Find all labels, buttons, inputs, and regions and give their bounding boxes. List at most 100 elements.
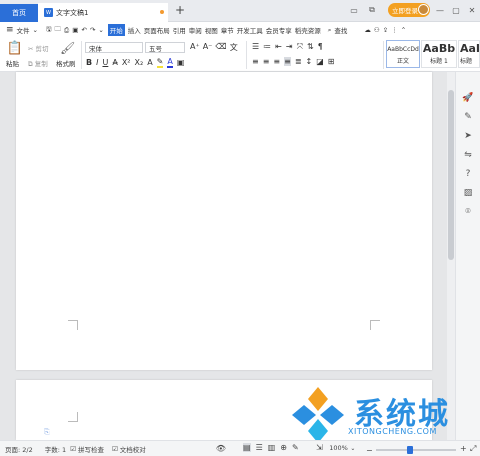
help-icon[interactable]: ?: [461, 167, 475, 181]
folder-icon[interactable]: 🗀: [55, 25, 62, 36]
minimize-icon[interactable]: —: [434, 4, 446, 16]
adjust-icon[interactable]: ⇋: [461, 148, 475, 162]
show-marks-icon[interactable]: ¶: [318, 42, 323, 52]
word-count[interactable]: 字数: 1: [45, 444, 66, 454]
tab-insert[interactable]: 插入: [128, 25, 141, 35]
tab-references[interactable]: 引用: [173, 25, 186, 35]
italic-icon[interactable]: I: [96, 58, 98, 67]
phonetic-icon[interactable]: 文: [230, 42, 238, 53]
distributed-icon[interactable]: ≣: [295, 57, 302, 66]
line-spacing-icon[interactable]: ↕: [306, 57, 313, 66]
image-icon[interactable]: ▨: [461, 186, 475, 200]
menu-file[interactable]: 文件: [17, 25, 30, 35]
new-tab-icon[interactable]: +: [175, 3, 185, 17]
align-center-icon[interactable]: ≡: [263, 57, 270, 66]
fit-icon[interactable]: ⇲: [316, 443, 323, 452]
zoom-level[interactable]: 100%: [329, 444, 348, 452]
border-icon[interactable]: ⊞: [328, 57, 335, 66]
superscript-icon[interactable]: X²: [122, 58, 131, 67]
shrink-font-icon[interactable]: A⁻: [203, 42, 213, 53]
style-title[interactable]: AaI 标题: [458, 40, 480, 68]
cut-button[interactable]: ✂ 剪切: [28, 43, 49, 53]
format-painter-icon[interactable]: 🖌: [60, 41, 75, 55]
overflow-icon[interactable]: ⋮: [391, 26, 398, 34]
bold-icon[interactable]: B: [86, 58, 92, 67]
reading-view-icon[interactable]: ▥: [268, 443, 276, 452]
tab-document[interactable]: W 文字文稿1: [38, 3, 168, 22]
spell-check-button[interactable]: 拼写检查: [78, 444, 104, 454]
redo-icon[interactable]: ↷: [90, 26, 95, 34]
copy-button[interactable]: ⧉ 复制: [28, 58, 48, 69]
chinese-layout-icon[interactable]: ⤧: [297, 42, 303, 52]
align-left-icon[interactable]: ≡: [252, 57, 259, 66]
tab-section[interactable]: 章节: [221, 25, 234, 35]
page-view-icon[interactable]: ▤: [243, 443, 251, 452]
align-right-icon[interactable]: ≡: [273, 57, 280, 66]
char-border-icon[interactable]: ▣: [177, 58, 185, 67]
fullscreen-icon[interactable]: ⤢: [470, 444, 476, 454]
collapse-icon[interactable]: ⌃: [401, 26, 406, 34]
tab-developer[interactable]: 开发工具: [237, 25, 263, 35]
search-label[interactable]: 查找: [334, 25, 347, 35]
tab-view[interactable]: 视图: [205, 25, 218, 35]
paste-button[interactable]: 粘贴: [6, 58, 19, 68]
justify-icon[interactable]: ≡: [284, 57, 291, 66]
tab-review[interactable]: 审阅: [189, 25, 202, 35]
proofread-button[interactable]: 文档校对: [120, 444, 146, 454]
share-icon[interactable]: ⇪: [383, 26, 388, 34]
spell-check-icon[interactable]: ☑: [70, 445, 76, 453]
pen-icon[interactable]: ✎: [461, 110, 475, 124]
cloud-icon[interactable]: ☁: [364, 26, 371, 34]
document-page-1[interactable]: [16, 72, 432, 370]
web-view-icon[interactable]: ⊕: [280, 443, 287, 452]
indent-icon[interactable]: ⇥: [286, 42, 293, 52]
tab-page-layout[interactable]: 页面布局: [144, 25, 170, 35]
subscript-icon[interactable]: X₂: [135, 58, 144, 67]
underline-icon[interactable]: U: [102, 58, 108, 67]
paste-icon[interactable]: 📋: [6, 41, 24, 56]
undo-icon[interactable]: ↶: [81, 26, 86, 34]
save-icon[interactable]: 🖫: [46, 25, 52, 36]
zoom-dropdown-icon[interactable]: ⌄: [350, 445, 355, 452]
clear-format-icon[interactable]: ⌫: [215, 42, 226, 53]
outline-view-icon[interactable]: ☰: [256, 443, 263, 452]
chevron-down-icon[interactable]: ⌄: [33, 26, 38, 34]
tab-home[interactable]: 首页: [0, 4, 38, 22]
style-heading-1[interactable]: AaBb 标题 1: [421, 40, 457, 68]
tab-docer[interactable]: 稻壳资源: [295, 25, 321, 35]
proofread-icon[interactable]: ☑: [112, 445, 118, 453]
search-icon[interactable]: ⌕: [328, 26, 332, 35]
text-effect-icon[interactable]: A: [147, 58, 152, 67]
outdent-icon[interactable]: ⇤: [275, 42, 282, 52]
format-painter-button[interactable]: 格式刷: [56, 58, 76, 68]
maximize-icon[interactable]: ▢: [450, 4, 462, 16]
page-count[interactable]: 页面: 2/2: [5, 444, 33, 454]
style-normal[interactable]: AaBbCcDd 正文: [386, 40, 420, 68]
scrollbar-thumb[interactable]: [448, 90, 454, 260]
font-size-select[interactable]: 五号: [145, 42, 185, 53]
tab-member[interactable]: 会员专享: [266, 25, 292, 35]
zoom-in-icon[interactable]: +: [460, 444, 467, 453]
strikethrough-icon[interactable]: A̶: [112, 58, 117, 67]
zoom-out-icon[interactable]: −: [366, 446, 373, 455]
layout-icon[interactable]: ▭: [348, 4, 360, 16]
cursor-icon[interactable]: ➤: [461, 129, 475, 143]
tab-start[interactable]: 开始: [107, 24, 125, 36]
write-view-icon[interactable]: ✎: [292, 443, 299, 452]
close-icon[interactable]: ✕: [466, 4, 478, 16]
zoom-slider[interactable]: [376, 449, 456, 451]
grow-font-icon[interactable]: A⁺: [190, 42, 200, 53]
zoom-slider-handle[interactable]: [407, 446, 413, 454]
bullet-list-icon[interactable]: ☰: [252, 42, 259, 52]
more-icon[interactable]: ⌄: [98, 26, 103, 34]
highlight-icon[interactable]: ✎: [156, 57, 164, 68]
preview-icon[interactable]: ▣: [72, 26, 78, 34]
sort-icon[interactable]: ⇅: [307, 42, 314, 52]
rocket-icon[interactable]: 🚀: [461, 91, 475, 105]
tile-icon[interactable]: ⧉: [366, 4, 378, 16]
font-color-icon[interactable]: A: [167, 57, 173, 68]
numbered-list-icon[interactable]: ≔: [263, 42, 271, 52]
location-icon[interactable]: ⌾: [461, 205, 475, 219]
print-icon[interactable]: ⎙: [64, 26, 69, 35]
hamburger-icon[interactable]: ≡: [6, 25, 14, 35]
